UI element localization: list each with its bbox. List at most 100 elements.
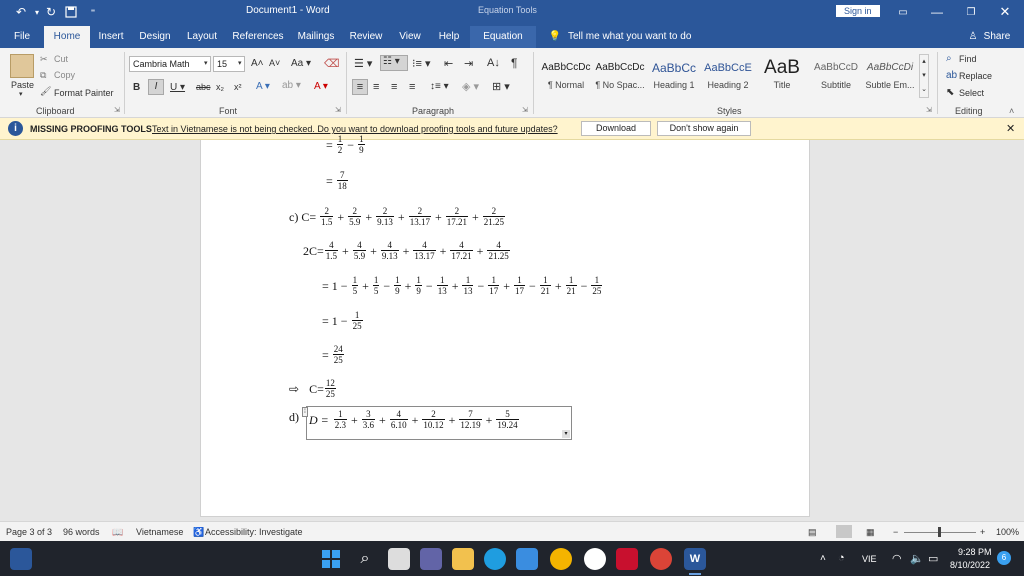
superscript-icon[interactable]: x² bbox=[234, 82, 242, 92]
copy-button[interactable]: Copy bbox=[54, 70, 75, 80]
style-no-spacing[interactable]: AaBbCcDc ¶ No Spac... bbox=[593, 56, 647, 98]
select-button[interactable]: Select bbox=[959, 88, 984, 98]
bullets-icon[interactable]: ☰ ▾ bbox=[354, 57, 372, 70]
align-center-icon[interactable]: ≡ bbox=[373, 81, 379, 93]
start-icon[interactable] bbox=[320, 548, 342, 570]
save-icon[interactable] bbox=[62, 3, 80, 21]
mcafee-icon[interactable] bbox=[616, 548, 638, 570]
borders-icon[interactable]: ⊞ ▾ bbox=[492, 80, 510, 93]
teams-icon[interactable] bbox=[420, 548, 442, 570]
style-subtle-emphasis[interactable]: AaBbCcDi Subtle Em... bbox=[863, 56, 917, 98]
message-text[interactable]: Text in Vietnamese is not being checked.… bbox=[152, 124, 558, 134]
change-case-icon[interactable]: Aa ▾ bbox=[291, 58, 311, 69]
text-effects-icon[interactable]: A ▾ bbox=[256, 81, 270, 92]
equation-line[interactable]: = 7 18 bbox=[323, 170, 349, 192]
multilevel-list-icon[interactable]: ⁝≡ ▾ bbox=[412, 57, 431, 70]
equation-d[interactable]: D = 1 2.3 + 3 3.6 + 4 6.10 + 2 10.12 + 7 12.1… bbox=[309, 409, 520, 431]
tab-references[interactable]: References bbox=[230, 26, 286, 48]
dont-show-again-button[interactable]: Don't show again bbox=[657, 121, 751, 136]
accessibility-icon[interactable]: ♿ bbox=[193, 527, 204, 538]
zoom-slider-thumb[interactable] bbox=[938, 527, 941, 537]
tab-equation[interactable]: Equation bbox=[470, 26, 536, 48]
task-view-icon[interactable] bbox=[388, 548, 410, 570]
read-mode-icon[interactable]: ▤ bbox=[808, 527, 817, 538]
cut-icon[interactable]: ✂ bbox=[40, 54, 48, 65]
file-explorer-icon[interactable] bbox=[452, 548, 474, 570]
equation-2c[interactable]: 2C= 4 1.5 + 4 5.9 + 4 9.13 + 4 13.17 + 4 17.2… bbox=[303, 240, 511, 262]
tell-me-search[interactable]: Tell me what you want to do bbox=[568, 26, 691, 48]
minimize-icon[interactable]: — bbox=[928, 3, 946, 21]
paste-button[interactable]: Paste bbox=[11, 80, 34, 90]
search-icon[interactable]: ⌕ bbox=[354, 548, 376, 570]
font-size-dropdown-icon[interactable]: ▾ bbox=[238, 59, 242, 67]
align-right-icon[interactable]: ≡ bbox=[391, 81, 397, 93]
grow-font-icon[interactable]: A˄ bbox=[251, 58, 264, 69]
select-icon[interactable]: ⬉ bbox=[946, 87, 954, 98]
network-app-icon[interactable]: ◔ bbox=[838, 552, 845, 564]
font-launcher-icon[interactable]: ⇲ bbox=[335, 106, 341, 114]
store-icon[interactable] bbox=[516, 548, 538, 570]
notification-badge[interactable]: 6 bbox=[997, 551, 1011, 565]
equation-line[interactable]: = 12 − 19 bbox=[323, 134, 366, 156]
word-count[interactable]: 96 words bbox=[63, 527, 100, 537]
style-title[interactable]: AaB Title bbox=[755, 56, 809, 98]
find-button[interactable]: Find bbox=[959, 54, 977, 64]
decrease-indent-icon[interactable]: ⇤ bbox=[444, 57, 453, 70]
style-normal[interactable]: AaBbCcDc ¶ Normal bbox=[539, 56, 593, 98]
format-painter-button[interactable]: Format Painter bbox=[54, 88, 114, 98]
tray-overflow-icon[interactable]: ˄ bbox=[820, 553, 826, 564]
proofing-icon[interactable]: 📖 bbox=[112, 527, 123, 538]
increase-indent-icon[interactable]: ⇥ bbox=[464, 57, 473, 70]
app-icon[interactable] bbox=[584, 548, 606, 570]
close-message-icon[interactable]: ✕ bbox=[1006, 122, 1015, 135]
sort-icon[interactable]: A↓ bbox=[487, 57, 500, 69]
customize-qat-icon[interactable]: ⁼ bbox=[84, 3, 102, 21]
zoom-out-icon[interactable]: − bbox=[893, 527, 898, 537]
tab-insert[interactable]: Insert bbox=[94, 26, 128, 48]
zoom-in-icon[interactable]: + bbox=[980, 527, 985, 537]
web-layout-icon[interactable]: ▦ bbox=[866, 527, 875, 538]
tab-view[interactable]: View bbox=[394, 26, 426, 48]
italic-icon[interactable]: I bbox=[148, 79, 164, 95]
replace-icon[interactable]: ab bbox=[946, 70, 957, 81]
underline-icon[interactable]: U ▾ bbox=[170, 82, 185, 93]
battery-icon[interactable]: ▭ bbox=[928, 552, 938, 565]
tab-mailings[interactable]: Mailings bbox=[294, 26, 338, 48]
highlight-icon[interactable]: ab ▾ bbox=[282, 80, 301, 91]
clock-time[interactable]: 9:28 PM bbox=[958, 547, 992, 557]
ribbon-display-options-icon[interactable]: ▭ bbox=[894, 3, 912, 21]
tab-review[interactable]: Review bbox=[346, 26, 386, 48]
equation-line[interactable]: = 24 25 bbox=[319, 344, 345, 366]
show-formatting-icon[interactable]: ¶ bbox=[511, 56, 517, 70]
zoom-level[interactable]: 100% bbox=[996, 527, 1019, 537]
style-subtitle[interactable]: AaBbCcD Subtitle bbox=[809, 56, 863, 98]
bold-icon[interactable]: B bbox=[133, 82, 140, 93]
clear-formatting-icon[interactable]: ⌫ bbox=[324, 57, 340, 70]
cut-button[interactable]: Cut bbox=[54, 54, 68, 64]
download-button[interactable]: Download bbox=[581, 121, 651, 136]
redo-icon[interactable]: ↻ bbox=[42, 3, 60, 21]
style-heading-2[interactable]: AaBbCcE Heading 2 bbox=[701, 56, 755, 98]
tab-file[interactable]: File bbox=[4, 26, 40, 48]
edge-icon[interactable] bbox=[484, 548, 506, 570]
tab-home[interactable]: Home bbox=[44, 26, 90, 48]
clock-date[interactable]: 8/10/2022 bbox=[950, 560, 990, 570]
desktop-widget-icon[interactable] bbox=[10, 548, 32, 570]
paste-dropdown-icon[interactable]: ▾ bbox=[19, 90, 23, 98]
close-icon[interactable]: ✕ bbox=[996, 3, 1014, 21]
equation-handle-icon[interactable]: ⁞ bbox=[302, 407, 308, 417]
equation-options-icon[interactable]: ▾ bbox=[562, 430, 570, 438]
equation-editor-box[interactable]: ⁞ ▾ D = 1 2.3 + 3 3.6 + 4 6.10 + 2 10.12 + 7… bbox=[302, 406, 572, 440]
copy-icon[interactable]: ⧉ bbox=[40, 70, 46, 81]
replace-button[interactable]: Replace bbox=[959, 71, 992, 81]
line-spacing-icon[interactable]: ↕≡ ▾ bbox=[430, 81, 449, 92]
accessibility-status[interactable]: Accessibility: Investigate bbox=[205, 527, 303, 537]
shading-icon[interactable]: ◈ ▾ bbox=[462, 80, 479, 93]
volume-icon[interactable]: 🔈 bbox=[910, 552, 924, 565]
document-page[interactable]: = 12 − 19 = 7 18 c) C= 2 1.5 + 2 5.9 + 2 9.1… bbox=[200, 134, 810, 517]
sign-in-button[interactable]: Sign in bbox=[836, 5, 880, 17]
equation-c[interactable]: c) C= 2 1.5 + 2 5.9 + 2 9.13 + 2 13.17 + 2 17… bbox=[289, 206, 506, 228]
equation-telescoping[interactable]: = 1 −1 5 +1 5−1 9 +1 9−1 13 +1 13−1 17 +1 17−1 21 +1 21… bbox=[319, 275, 603, 297]
style-heading-1[interactable]: AaBbCc Heading 1 bbox=[647, 56, 701, 98]
styles-gallery-scroll[interactable]: ▴ ▾ ⌄ bbox=[919, 54, 929, 98]
